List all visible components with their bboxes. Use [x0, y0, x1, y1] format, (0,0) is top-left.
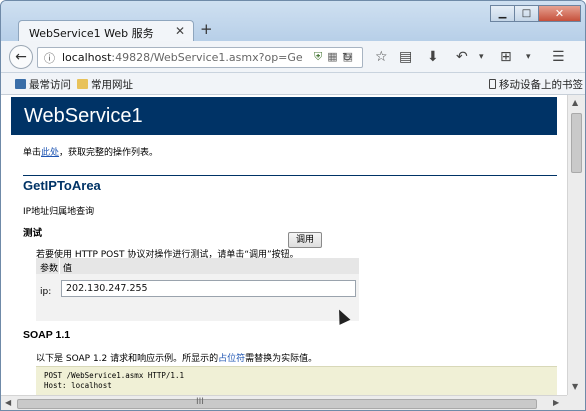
operation-title: GetIPToArea: [23, 178, 101, 193]
navigation-toolbar: ← ⓘ localhost:49828/WebService1.asmx?op=…: [1, 41, 585, 73]
undo-icon[interactable]: ↶: [456, 49, 468, 65]
bookmark-mobile[interactable]: 移动设备上的书签: [489, 77, 583, 92]
new-tab-button[interactable]: +: [200, 20, 213, 38]
tab-title: WebService1 Web 服务: [29, 27, 154, 40]
back-button[interactable]: ←: [9, 45, 33, 69]
invoke-button[interactable]: 调用: [288, 232, 322, 248]
tab-webservice[interactable]: WebService1 Web 服务 ✕: [18, 20, 194, 42]
menu-icon[interactable]: ☰: [552, 49, 565, 65]
tab-strip: WebService1 Web 服务 ✕ + ▁ □ ✕: [1, 1, 585, 42]
parameter-table: 参数 值 ip:: [36, 258, 359, 321]
url-host: localhost: [62, 51, 112, 64]
vertical-scrollbar[interactable]: ▲ ▼: [567, 95, 585, 395]
column-divider: [59, 258, 60, 274]
soap-description: 以下是 SOAP 1.2 请求和响应示例。所显示的占位符需替换为实际值。: [36, 351, 317, 364]
window-controls: ▁ □ ✕: [490, 5, 581, 23]
reload-icon[interactable]: ↻: [342, 50, 352, 64]
scroll-up-icon[interactable]: ▲: [572, 98, 578, 107]
star-icon[interactable]: ☆: [375, 49, 388, 65]
code-line: POST /WebService1.asmx HTTP/1.1: [44, 371, 184, 380]
service-header: WebService1: [11, 97, 557, 135]
code-line: Host: localhost: [44, 381, 112, 390]
crop-icon[interactable]: ⊞: [500, 49, 512, 65]
divider: [23, 175, 557, 176]
browser-window: WebService1 Web 服务 ✕ + ▁ □ ✕ ← ⓘ localho…: [0, 0, 586, 411]
soap-section-title: SOAP 1.1: [23, 329, 71, 341]
scroll-left-icon[interactable]: ◀: [5, 398, 11, 407]
soap-desc-prefix: 以下是 SOAP 1.2 请求和响应示例。所显示的: [36, 354, 219, 364]
scroll-right-icon[interactable]: ▶: [553, 398, 559, 407]
url-path: :49828/WebService1.asmx?op=Ge: [111, 51, 303, 64]
soap-desc-suffix: 需替换为实际值。: [245, 354, 318, 364]
page-title: WebService1: [24, 105, 143, 127]
minimize-button[interactable]: ▁: [490, 5, 515, 22]
url-text: localhost:49828/WebService1.asmx?op=Ge: [62, 51, 303, 64]
test-heading: 测试: [23, 228, 43, 239]
scroll-grip: III: [196, 397, 204, 407]
scrollbar-corner: [567, 395, 585, 410]
undo-dropdown-icon[interactable]: ▾: [479, 52, 484, 62]
phone-icon: [489, 79, 496, 89]
parameter-table-header: 参数 值: [36, 258, 359, 274]
bookmark-label: 移动设备上的书签: [499, 79, 583, 91]
shield-icon[interactable]: ⛨: [314, 50, 327, 63]
tab-close-icon[interactable]: ✕: [175, 24, 185, 38]
maximize-button[interactable]: □: [514, 5, 539, 22]
intro-prefix: 单击: [23, 148, 42, 158]
param-column-header: 参数: [40, 264, 59, 274]
operations-list-link[interactable]: 此处: [41, 148, 59, 158]
download-icon[interactable]: ⬇: [427, 49, 439, 65]
bookmark-page-icon: [15, 79, 26, 89]
vertical-scroll-thumb[interactable]: [571, 113, 582, 173]
bookmark-label: 最常访问: [29, 79, 71, 91]
library-icon[interactable]: ▤: [399, 49, 412, 65]
site-info-icon[interactable]: ⓘ: [44, 50, 55, 66]
operation-description: IP地址归属地查询: [23, 207, 95, 217]
back-arrow-icon: ←: [15, 49, 27, 65]
soap-request-sample: POST /WebService1.asmx HTTP/1.1 Host: lo…: [36, 366, 557, 395]
horizontal-scroll-thumb[interactable]: III: [17, 397, 537, 409]
bookmark-label: 常用网址: [91, 79, 133, 91]
crop-dropdown-icon[interactable]: ▾: [526, 52, 531, 62]
bookmark-most-visited[interactable]: 最常访问: [15, 77, 71, 92]
ip-label: ip:: [40, 287, 52, 297]
placeholder-term: 占位符: [218, 354, 246, 364]
value-column-header: 值: [63, 264, 73, 274]
intro-text: 单击此处，获取完整的操作列表。: [23, 145, 158, 158]
url-bar[interactable]: ⓘ localhost:49828/WebService1.asmx?op=Ge…: [37, 47, 363, 68]
intro-suffix: ，获取完整的操作列表。: [59, 148, 159, 158]
scroll-down-icon[interactable]: ▼: [572, 382, 578, 391]
parameter-row: ip:: [36, 274, 359, 321]
qr-code-icon[interactable]: ▦: [327, 50, 342, 63]
bookmarks-bar: 最常访问 常用网址 移动设备上的书签: [1, 73, 585, 95]
folder-icon: [77, 79, 88, 89]
close-window-button[interactable]: ✕: [538, 5, 581, 22]
bookmark-common-sites[interactable]: 常用网址: [77, 77, 133, 92]
ip-input[interactable]: [61, 280, 356, 297]
horizontal-scrollbar[interactable]: ◀ III ▶: [1, 395, 567, 410]
page-content: WebService1 单击此处，获取完整的操作列表。 GetIPToArea …: [1, 95, 567, 395]
